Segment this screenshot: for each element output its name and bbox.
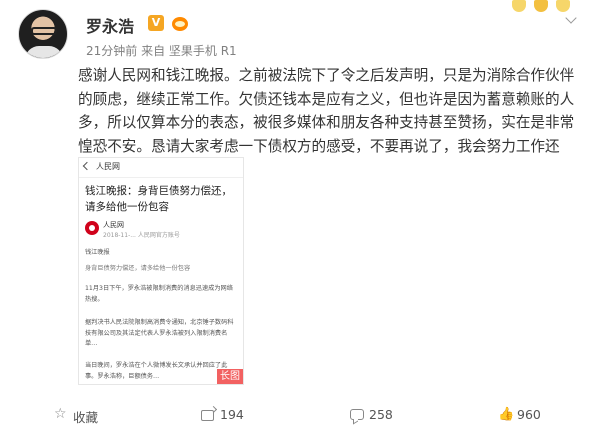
avatar-shirt	[25, 46, 63, 58]
screenshot-source: 人民网 2018-11-... 人民网官方账号	[85, 220, 241, 242]
long-image-badge: 长图	[217, 369, 243, 384]
screenshot-line: 身背巨债努力偿还，请多给他一份包容	[85, 265, 191, 272]
post-meta: 21分钟前 来自 坚果手机 R1	[86, 44, 237, 58]
action-bar: ☆ 收藏 194 258 👍 960	[0, 400, 594, 430]
screenshot-paragraph: 11月3日下午，罗永浩被限制消费的消息迅速成为网络热搜。	[85, 285, 233, 303]
screenshot-topbar: 人民网	[79, 158, 243, 178]
vip-badge-icon	[170, 13, 192, 33]
screenshot-source-name: 人民网	[103, 221, 124, 229]
like-count: 960	[517, 407, 541, 422]
thumbs-up-icon: 👍	[498, 407, 515, 422]
people-daily-logo-icon	[85, 221, 99, 235]
screenshot-paragraph: 当日晚间，罗永浩在个人微博发长文承认并回应了此事。罗永浩称，巨额债务…	[85, 362, 228, 380]
repost-icon	[201, 410, 214, 421]
attached-long-image[interactable]: 人民网 钱江晚报：身背巨债努力偿还，请多给他一份包容 人民网 2018-11-.…	[78, 157, 244, 385]
avatar-glasses	[31, 27, 57, 35]
decoration-icon	[512, 0, 572, 16]
repost-count: 194	[220, 407, 244, 422]
verified-badge-icon: V	[148, 15, 164, 31]
comment-icon	[350, 409, 364, 420]
favorite-label: 收藏	[73, 410, 99, 425]
username[interactable]: 罗永浩	[86, 13, 134, 37]
chevron-down-icon[interactable]	[565, 14, 577, 26]
screenshot-line: 钱江晚报	[85, 249, 110, 256]
comment-count: 258	[369, 407, 393, 422]
screenshot-app-title: 人民网	[96, 162, 120, 171]
screenshot-source-sub: 2018-11-... 人民网官方账号	[103, 232, 180, 239]
weibo-post-card: 罗永浩 V 21分钟前 来自 坚果手机 R1 感谢人民网和钱江晚报。之前被法院下…	[0, 0, 594, 430]
star-icon: ☆	[54, 406, 67, 422]
screenshot-headline: 钱江晚报：身背巨债努力偿还，请多给他一份包容	[85, 185, 232, 213]
screenshot-paragraph: 据判决书人民法院限制高消费令通知，北京锤子数码科技有限公司及其法定代表人罗永浩被…	[85, 319, 234, 347]
avatar[interactable]	[18, 9, 68, 59]
back-arrow-icon	[82, 161, 92, 171]
